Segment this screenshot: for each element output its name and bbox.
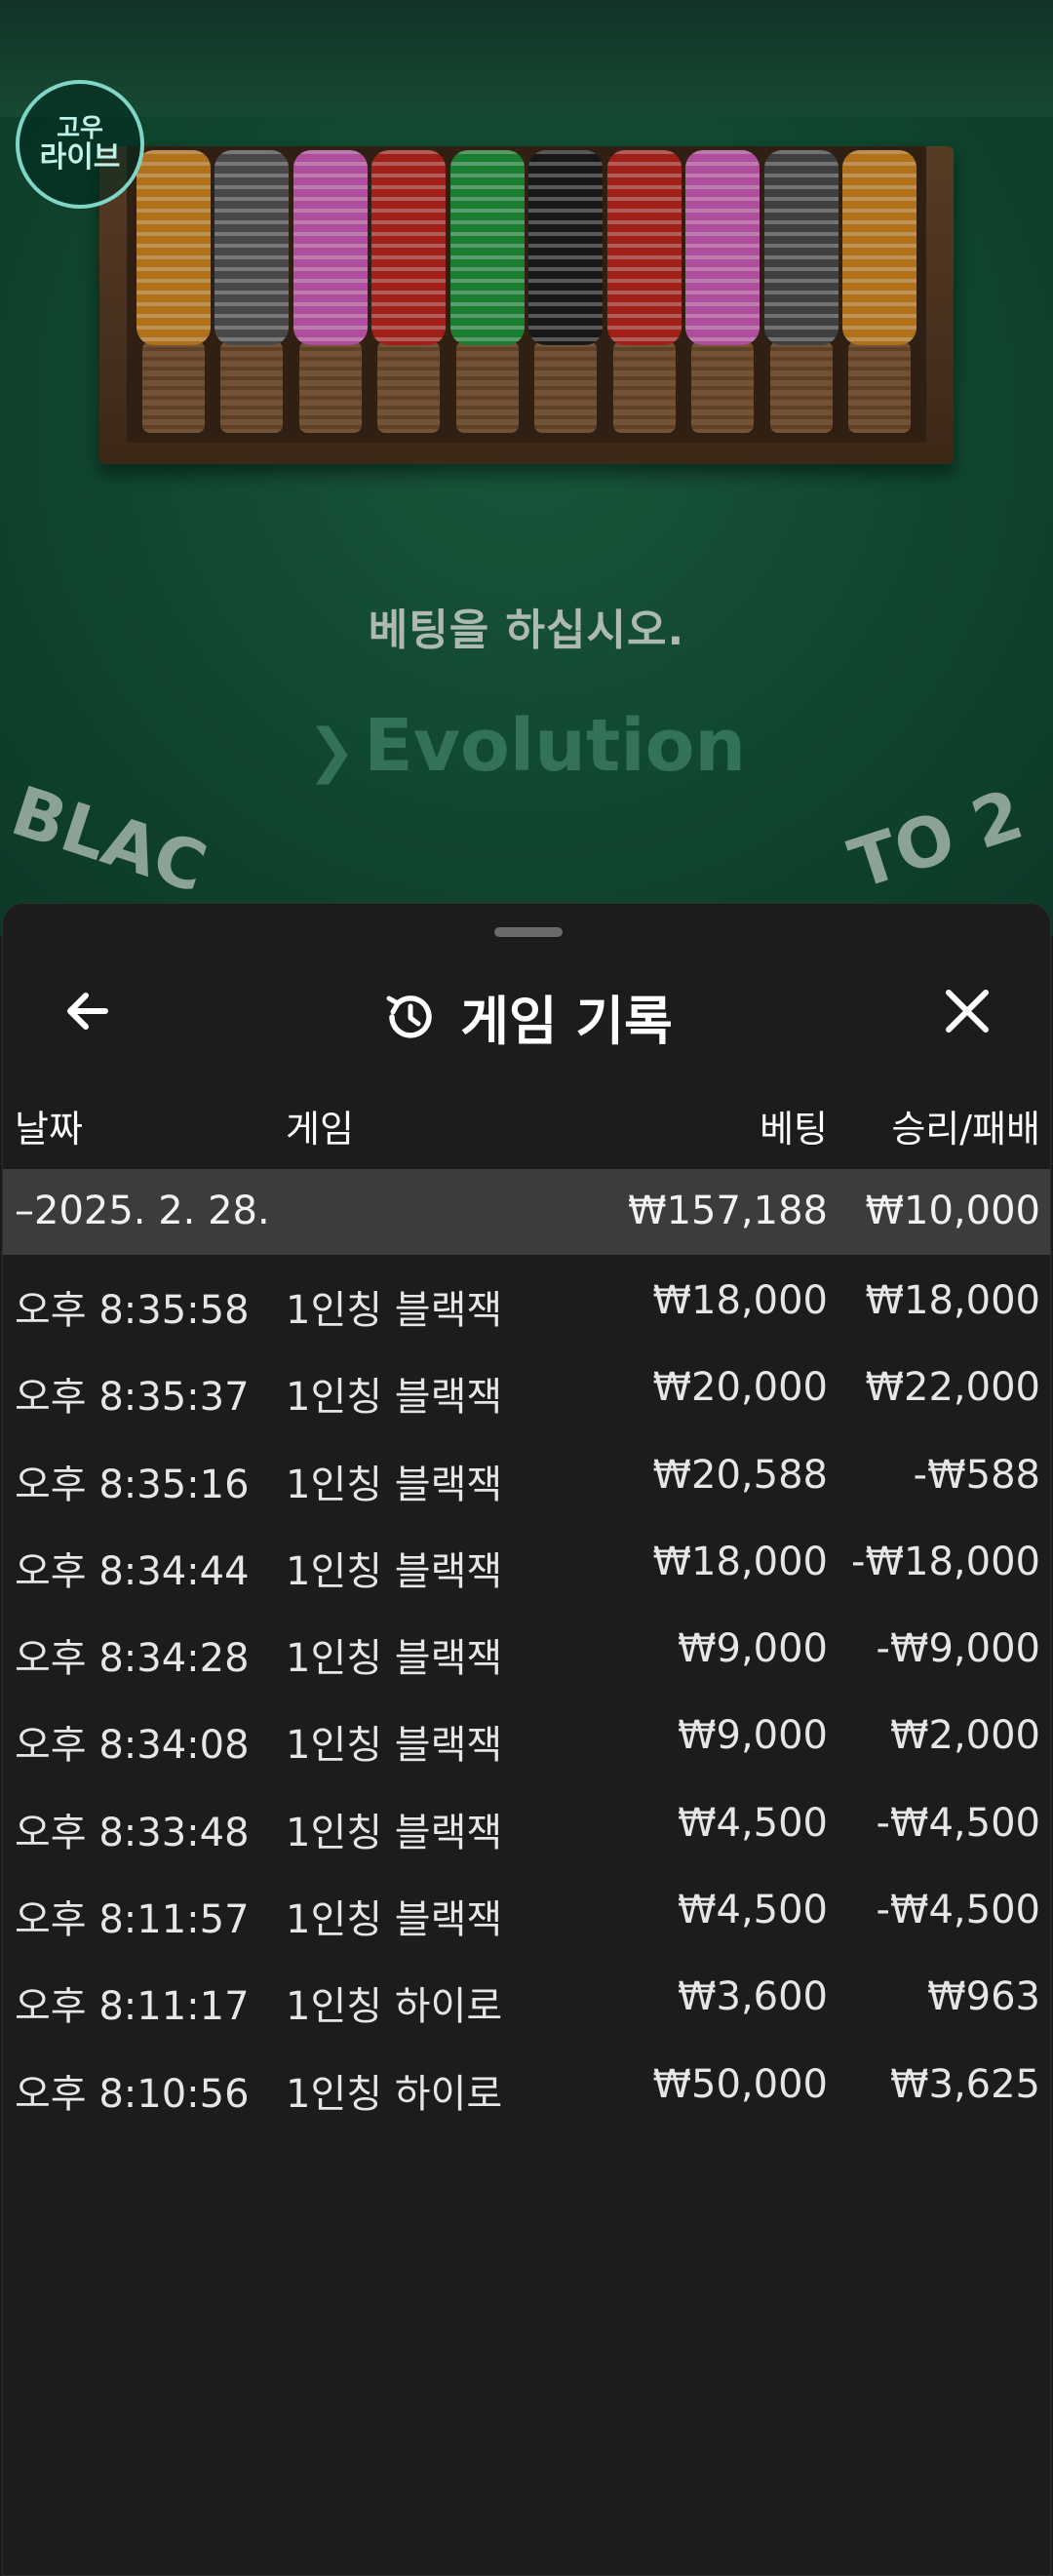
close-button[interactable] [933,982,1001,1040]
column-header-bet: 베팅 [760,1108,828,1151]
row-bet: ₩9,000 [677,1626,828,1672]
table-row[interactable]: 오후 8:11:17 1인칭 하이로 ₩3,600 ₩963 [3,1951,1050,2038]
row-bet: ₩18,000 [652,1278,828,1323]
row-win-loss: ₩22,000 [865,1365,1040,1411]
history-rows: 오후 8:35:58 1인칭 블랙잭 ₩18,000 ₩18,000 오후 8:35:3… [3,1255,1050,2126]
table-header: 날짜 게임 베팅 승리/패배 [3,1099,1050,1157]
row-win-loss: ₩2,000 [889,1713,1040,1759]
table-row[interactable]: 오후 8:33:48 1인칭 블랙잭 ₩4,500 -₩4,500 [3,1777,1050,1864]
table-row[interactable]: 오후 8:35:16 1인칭 블랙잭 ₩20,588 -₩588 [3,1429,1050,1516]
table-row[interactable]: 오후 8:34:44 1인칭 블랙잭 ₩18,000 -₩18,000 [3,1516,1050,1603]
row-game: 1인칭 블랙잭 [286,1462,503,1507]
row-game: 1인칭 블랙잭 [286,1723,503,1769]
row-bet: ₩3,600 [677,1974,828,2020]
row-win-loss: ₩18,000 [865,1278,1040,1323]
row-time: 오후 8:35:58 [15,1288,250,1333]
row-bet: ₩20,588 [652,1452,828,1498]
row-win-loss: -₩588 [913,1452,1040,1498]
game-history-sheet: 게임 기록 날짜 게임 베팅 승리/패배 –2025. 2. 28. ₩157,… [2,903,1051,2576]
sheet-title-wrap: 게임 기록 [3,978,1050,1055]
row-bet: ₩9,000 [677,1713,828,1759]
row-time: 오후 8:11:57 [15,1897,250,1943]
row-win-loss: -₩4,500 [876,1800,1041,1846]
table-row[interactable]: 오후 8:35:58 1인칭 블랙잭 ₩18,000 ₩18,000 [3,1255,1050,1342]
summary-win-loss: ₩10,000 [865,1189,1040,1233]
row-time: 오후 8:11:17 [15,1984,250,2030]
row-win-loss: -₩18,000 [851,1539,1040,1584]
sheet-title: 게임 기록 [460,991,673,1052]
summary-bet: ₩157,188 [628,1189,828,1233]
row-win-loss: -₩4,500 [876,1888,1041,1933]
goo-live-logo: 고우 라이브 [16,80,144,209]
row-time: 오후 8:33:48 [15,1810,250,1855]
table-row[interactable]: 오후 8:34:28 1인칭 블랙잭 ₩9,000 -₩9,000 [3,1603,1050,1690]
row-win-loss: ₩3,625 [889,2061,1040,2107]
table-row[interactable]: 오후 8:34:08 1인칭 블랙잭 ₩9,000 ₩2,000 [3,1690,1050,1776]
row-bet: ₩4,500 [677,1800,828,1846]
column-header-date: 날짜 [15,1108,83,1151]
close-icon [946,990,989,1033]
background-dim-overlay [0,0,1053,936]
table-row[interactable]: 오후 8:35:37 1인칭 블랙잭 ₩20,000 ₩22,000 [3,1342,1050,1428]
table-row[interactable]: 오후 8:10:56 1인칭 하이로 ₩50,000 ₩3,625 [3,2039,1050,2126]
row-time: 오후 8:34:28 [15,1636,250,1682]
row-game: 1인칭 블랙잭 [286,1288,503,1333]
logo-line-1: 고우 [57,113,103,143]
row-game: 1인칭 블랙잭 [286,1810,503,1855]
row-win-loss: -₩9,000 [876,1626,1041,1672]
row-win-loss: ₩963 [927,1974,1040,2020]
row-time: 오후 8:34:08 [15,1723,250,1769]
sheet-drag-handle[interactable] [494,927,563,937]
row-time: 오후 8:34:44 [15,1548,250,1594]
sheet-header: 게임 기록 [3,962,1050,1060]
table-row[interactable]: 오후 8:11:57 1인칭 블랙잭 ₩4,500 -₩4,500 [3,1864,1050,1951]
column-header-game: 게임 [286,1108,354,1151]
row-game: 1인칭 블랙잭 [286,1636,503,1682]
column-header-win-loss: 승리/패배 [891,1108,1040,1151]
row-bet: ₩4,500 [677,1888,828,1933]
row-time: 오후 8:35:16 [15,1462,250,1507]
history-icon [386,995,432,1038]
row-game: 1인칭 블랙잭 [286,1548,503,1594]
row-bet: ₩20,000 [652,1365,828,1411]
row-bet: ₩50,000 [652,2061,828,2107]
row-game: 1인칭 하이로 [286,1984,503,2030]
row-time: 오후 8:10:56 [15,2071,250,2117]
row-game: 1인칭 블랙잭 [286,1897,503,1943]
logo-line-2: 라이브 [39,139,121,175]
row-time: 오후 8:35:37 [15,1375,250,1421]
row-game: 1인칭 하이로 [286,2071,503,2117]
row-game: 1인칭 블랙잭 [286,1375,503,1421]
date-summary-row[interactable]: –2025. 2. 28. ₩157,188 ₩10,000 [3,1169,1050,1255]
row-bet: ₩18,000 [652,1539,828,1584]
summary-date: –2025. 2. 28. [15,1189,270,1233]
game-table-background: 베팅을 하십시오. ❯ Evolution BLAC TO 2 고우 라이브 [0,0,1053,936]
